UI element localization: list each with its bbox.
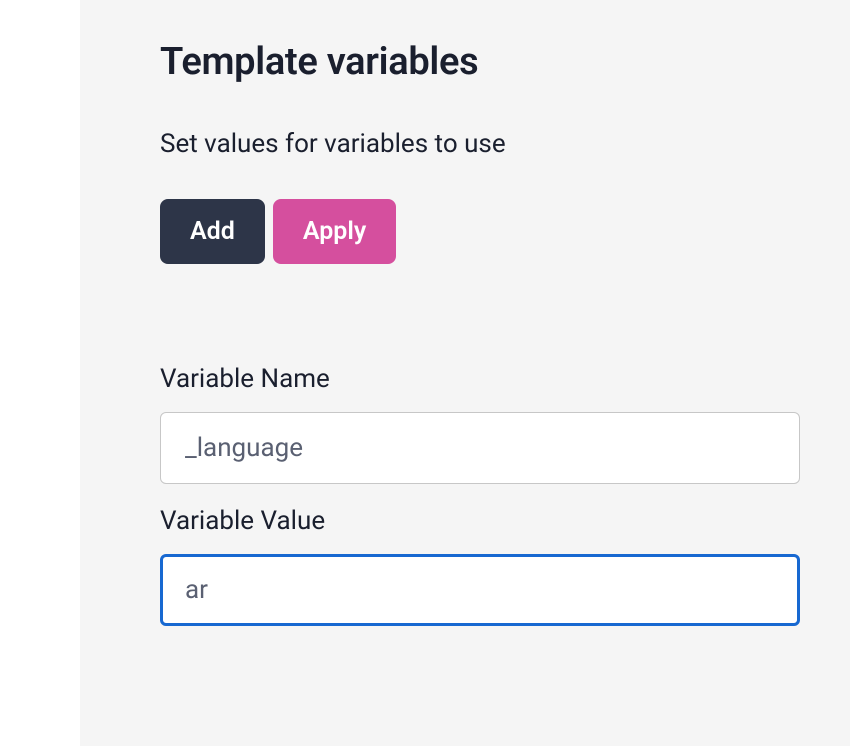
left-strip [0, 0, 80, 746]
add-button[interactable]: Add [160, 199, 265, 264]
apply-button[interactable]: Apply [273, 199, 396, 264]
main-panel: Template variables Set values for variab… [80, 0, 850, 746]
variable-name-label: Variable Name [160, 364, 800, 394]
button-row: Add Apply [160, 199, 800, 264]
variable-value-group: Variable Value [160, 506, 800, 626]
variable-value-label: Variable Value [160, 506, 800, 536]
variable-value-input[interactable] [160, 554, 800, 626]
description-text: Set values for variables to use [160, 129, 800, 159]
variable-name-group: Variable Name [160, 364, 800, 484]
variable-name-input[interactable] [160, 412, 800, 484]
page-title: Template variables [160, 40, 800, 84]
